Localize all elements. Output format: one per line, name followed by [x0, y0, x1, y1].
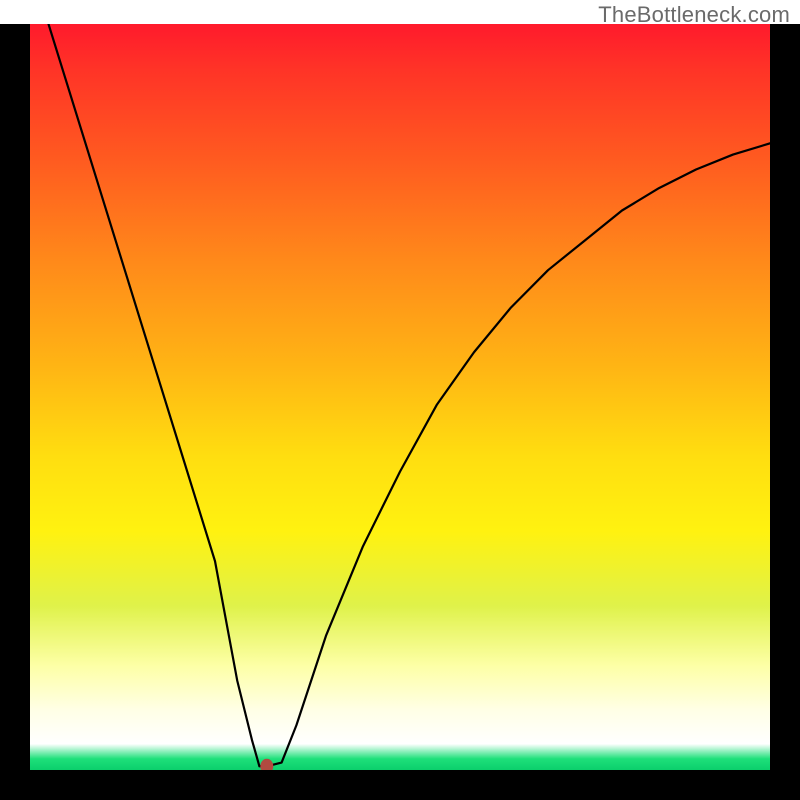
plot-frame — [0, 24, 800, 800]
optimal-point-marker — [261, 759, 273, 770]
plot-area — [30, 24, 770, 770]
chart-container: TheBottleneck.com — [0, 0, 800, 800]
bottleneck-curve — [30, 24, 770, 766]
curve-svg — [30, 24, 770, 770]
